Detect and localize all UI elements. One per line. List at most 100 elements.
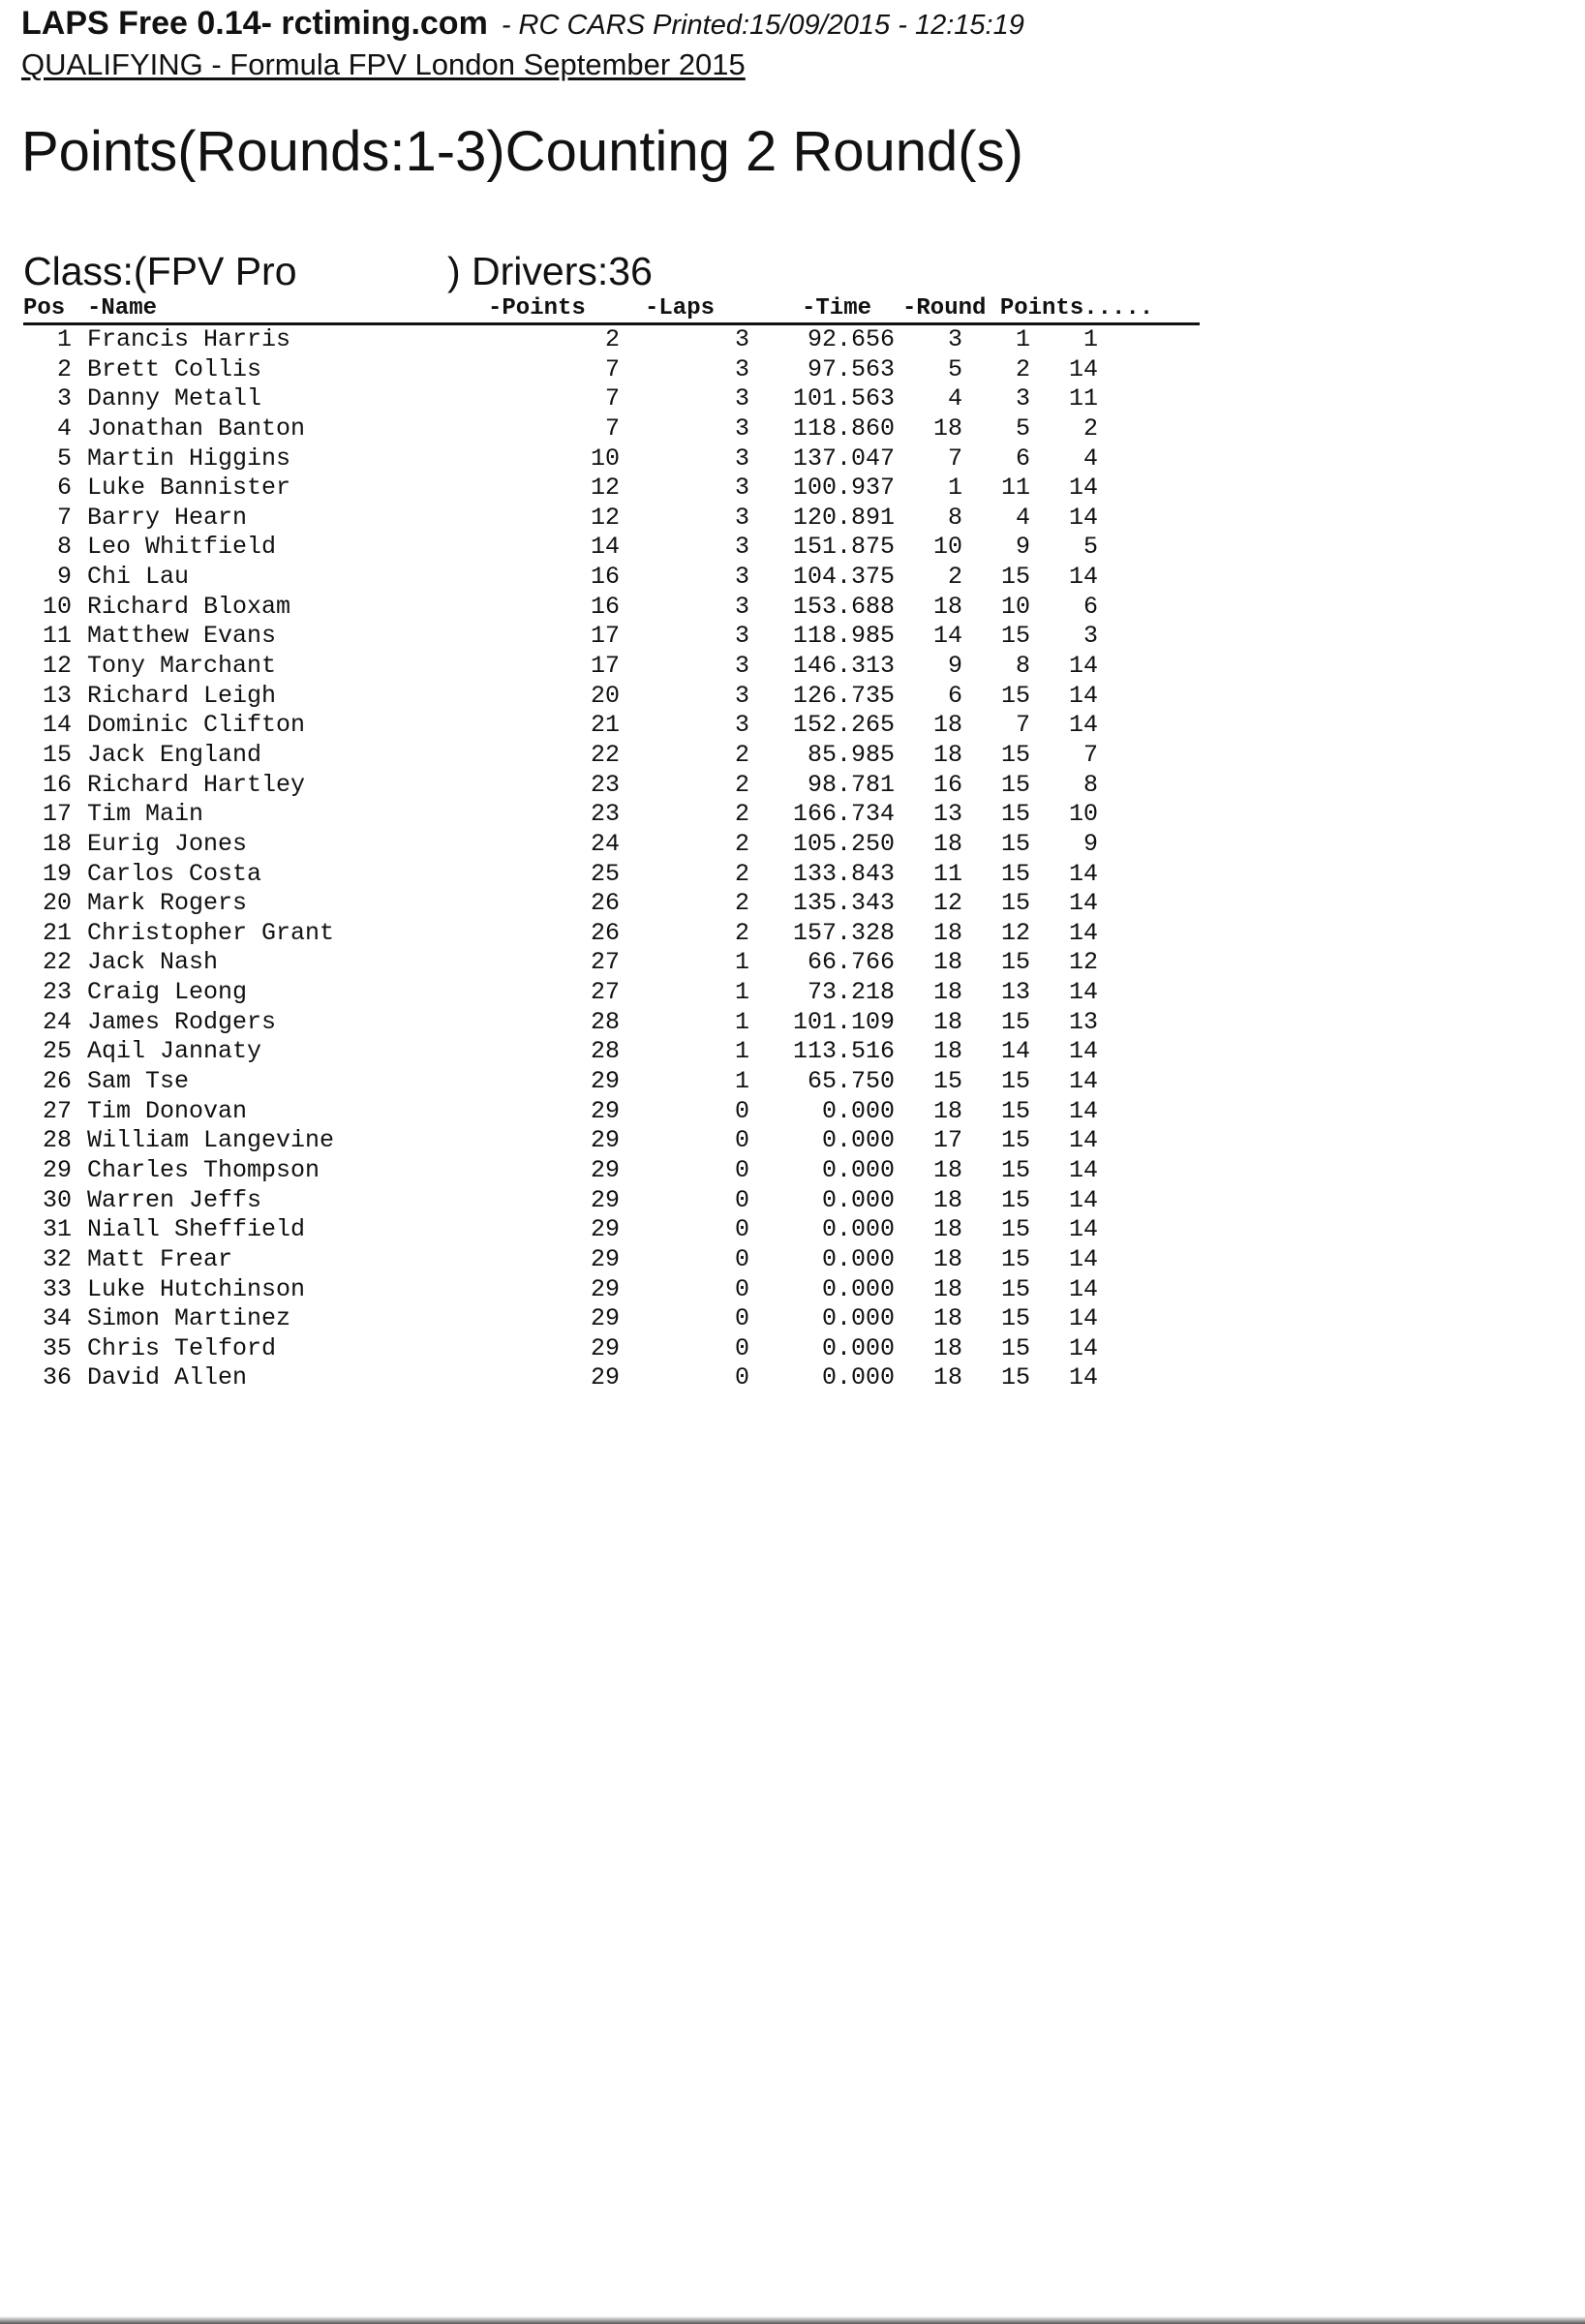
row-round-1: 18 xyxy=(932,1304,962,1333)
row-name: Matthew Evans xyxy=(87,622,277,651)
row-laps: 3 xyxy=(734,325,749,353)
row-round-2: 7 xyxy=(1015,711,1030,740)
table-row: 13 Richard Leigh 20 3 126.735 6 15 14 xyxy=(23,682,1200,712)
row-points: 14 xyxy=(590,533,620,562)
row-round-3: 14 xyxy=(1068,1274,1098,1303)
row-pos: 20 xyxy=(42,889,72,918)
row-laps: 3 xyxy=(734,413,749,443)
row-name: Tony Marchant xyxy=(87,652,277,681)
row-name: Martin Higgins xyxy=(87,443,291,473)
row-time: 0.000 xyxy=(821,1363,895,1392)
column-time: -Time xyxy=(802,295,872,321)
row-time: 104.375 xyxy=(792,563,895,592)
row-name: Chris Telford xyxy=(87,1333,277,1362)
row-round-1: 18 xyxy=(932,1007,962,1036)
row-laps: 3 xyxy=(734,384,749,413)
row-round-2: 4 xyxy=(1015,503,1030,532)
row-name: Jack England xyxy=(87,740,262,769)
row-time: 66.766 xyxy=(807,948,895,977)
row-points: 24 xyxy=(590,829,620,858)
table-row: 12 Tony Marchant 17 3 146.313 9 8 14 xyxy=(23,652,1200,682)
row-time: 0.000 xyxy=(821,1244,895,1273)
row-round-2: 15 xyxy=(1000,740,1030,769)
row-points: 16 xyxy=(590,592,620,621)
row-round-1: 18 xyxy=(932,1155,962,1184)
row-pos: 3 xyxy=(56,384,72,413)
row-round-2: 15 xyxy=(1000,622,1030,651)
row-round-1: 16 xyxy=(932,770,962,799)
row-laps: 2 xyxy=(734,740,749,769)
row-time: 118.985 xyxy=(792,622,895,651)
row-round-3: 10 xyxy=(1068,800,1098,829)
row-time: 151.875 xyxy=(792,533,895,562)
row-time: 0.000 xyxy=(821,1274,895,1303)
row-name: Barry Hearn xyxy=(87,503,248,532)
row-round-1: 18 xyxy=(932,1274,962,1303)
row-round-1: 18 xyxy=(932,1096,962,1125)
table-row: 23 Craig Leong 27 1 73.218 18 13 14 xyxy=(23,978,1200,1008)
table-row: 14 Dominic Clifton 21 3 152.265 18 7 14 xyxy=(23,711,1200,741)
table-row: 27 Tim Donovan 29 0 0.000 18 15 14 xyxy=(23,1097,1200,1127)
row-round-2: 15 xyxy=(1000,1304,1030,1333)
row-round-2: 1 xyxy=(1015,325,1030,353)
row-round-3: 8 xyxy=(1082,770,1098,799)
row-round-1: 18 xyxy=(932,711,962,740)
row-points: 29 xyxy=(590,1215,620,1244)
row-laps: 3 xyxy=(734,563,749,592)
row-time: 73.218 xyxy=(807,978,895,1007)
row-points: 26 xyxy=(590,889,620,918)
row-laps: 1 xyxy=(734,948,749,977)
row-round-2: 15 xyxy=(1000,1185,1030,1214)
row-round-1: 1 xyxy=(947,474,962,503)
row-pos: 16 xyxy=(42,770,72,799)
row-time: 85.985 xyxy=(807,740,895,769)
row-laps: 3 xyxy=(734,652,749,681)
row-round-3: 14 xyxy=(1068,681,1098,710)
row-pos: 9 xyxy=(56,563,72,592)
drivers-count: ) Drivers:36 xyxy=(447,249,653,293)
row-laps: 3 xyxy=(734,711,749,740)
class-info: Class:(FPV Pro ) Drivers:36 xyxy=(23,247,991,295)
row-laps: 0 xyxy=(734,1363,749,1392)
table-row: 1 Francis Harris 2 3 92.656 3 1 1 xyxy=(23,325,1200,355)
row-points: 29 xyxy=(590,1304,620,1333)
row-points: 29 xyxy=(590,1155,620,1184)
row-round-2: 15 xyxy=(1000,948,1030,977)
row-pos: 6 xyxy=(56,474,72,503)
event-title: QUALIFYING - Formula FPV London Septembe… xyxy=(21,47,746,81)
row-name: Christopher Grant xyxy=(87,918,335,947)
row-round-1: 12 xyxy=(932,889,962,918)
row-time: 135.343 xyxy=(792,889,895,918)
row-pos: 13 xyxy=(42,681,72,710)
row-round-1: 18 xyxy=(932,978,962,1007)
row-laps: 2 xyxy=(734,889,749,918)
table-row: 21 Christopher Grant 26 2 157.328 18 12 14 xyxy=(23,919,1200,949)
row-pos: 27 xyxy=(42,1096,72,1125)
row-round-3: 14 xyxy=(1068,978,1098,1007)
row-round-1: 18 xyxy=(932,413,962,443)
row-laps: 2 xyxy=(734,770,749,799)
column-name: -Name xyxy=(87,295,158,321)
table-row: 11 Matthew Evans 17 3 118.985 14 15 3 xyxy=(23,622,1200,652)
row-time: 101.563 xyxy=(792,384,895,413)
row-time: 0.000 xyxy=(821,1155,895,1184)
row-laps: 3 xyxy=(734,474,749,503)
row-name: Francis Harris xyxy=(87,325,291,353)
row-round-3: 9 xyxy=(1082,829,1098,858)
row-name: Richard Bloxam xyxy=(87,592,291,621)
row-points: 7 xyxy=(604,384,620,413)
row-round-3: 2 xyxy=(1082,413,1098,443)
row-round-1: 7 xyxy=(947,443,962,473)
row-time: 126.735 xyxy=(792,681,895,710)
row-round-2: 15 xyxy=(1000,1067,1030,1096)
row-name: Jack Nash xyxy=(87,948,219,977)
row-round-1: 9 xyxy=(947,652,962,681)
row-laps: 0 xyxy=(734,1185,749,1214)
row-round-3: 11 xyxy=(1068,384,1098,413)
row-round-3: 14 xyxy=(1068,1304,1098,1333)
row-round-2: 14 xyxy=(1000,1037,1030,1066)
row-laps: 3 xyxy=(734,622,749,651)
row-round-1: 18 xyxy=(932,1333,962,1362)
row-laps: 1 xyxy=(734,1067,749,1096)
row-points: 12 xyxy=(590,503,620,532)
